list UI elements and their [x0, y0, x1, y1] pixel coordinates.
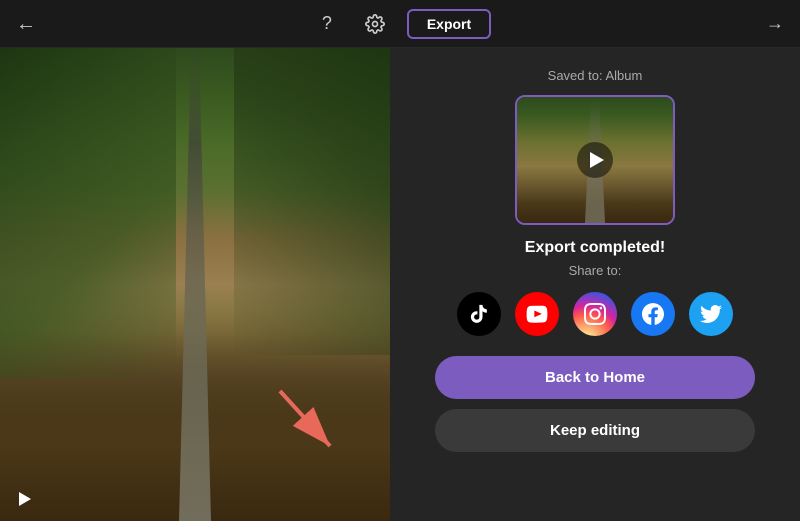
back-to-home-button[interactable]: Back to Home — [435, 356, 755, 399]
play-icon — [19, 492, 31, 506]
main-content: Saved to: Album Export completed! Share … — [0, 48, 800, 521]
gear-icon — [365, 14, 385, 34]
share-tiktok-button[interactable] — [457, 292, 501, 336]
twitter-icon — [700, 303, 722, 325]
trees-left — [0, 48, 176, 379]
back-arrow-icon[interactable]: ← — [16, 14, 36, 34]
top-bar: ← ? Export → — [0, 0, 800, 48]
help-button[interactable]: ? — [311, 8, 343, 40]
facebook-icon — [642, 303, 664, 325]
arrow-annotation — [270, 381, 350, 461]
share-instagram-button[interactable] — [573, 292, 617, 336]
saved-label: Saved to: Album — [548, 68, 643, 83]
instagram-icon — [584, 303, 606, 325]
tiktok-icon — [468, 303, 490, 325]
play-button[interactable] — [12, 487, 36, 511]
export-completed-label: Export completed! — [525, 239, 665, 257]
trees-right — [234, 48, 390, 355]
top-bar-center: ? Export — [311, 8, 491, 40]
direction-arrow-icon — [270, 381, 350, 461]
export-button[interactable]: Export — [407, 9, 491, 39]
share-label: Share to: — [569, 263, 622, 278]
share-facebook-button[interactable] — [631, 292, 675, 336]
video-preview-panel — [0, 48, 390, 521]
export-panel: Saved to: Album Export completed! Share … — [390, 48, 800, 521]
help-icon: ? — [322, 13, 332, 34]
youtube-icon — [526, 303, 548, 325]
share-youtube-button[interactable] — [515, 292, 559, 336]
settings-button[interactable] — [359, 8, 391, 40]
thumbnail-play-button[interactable] — [577, 142, 613, 178]
top-bar-left: ← — [16, 14, 36, 34]
forward-arrow-icon[interactable]: → — [766, 13, 784, 34]
thumbnail-play-icon — [590, 152, 604, 168]
share-icons-row — [457, 292, 733, 336]
share-twitter-button[interactable] — [689, 292, 733, 336]
keep-editing-button[interactable]: Keep editing — [435, 409, 755, 452]
video-thumbnail[interactable] — [515, 95, 675, 225]
top-bar-right: → — [766, 13, 784, 34]
